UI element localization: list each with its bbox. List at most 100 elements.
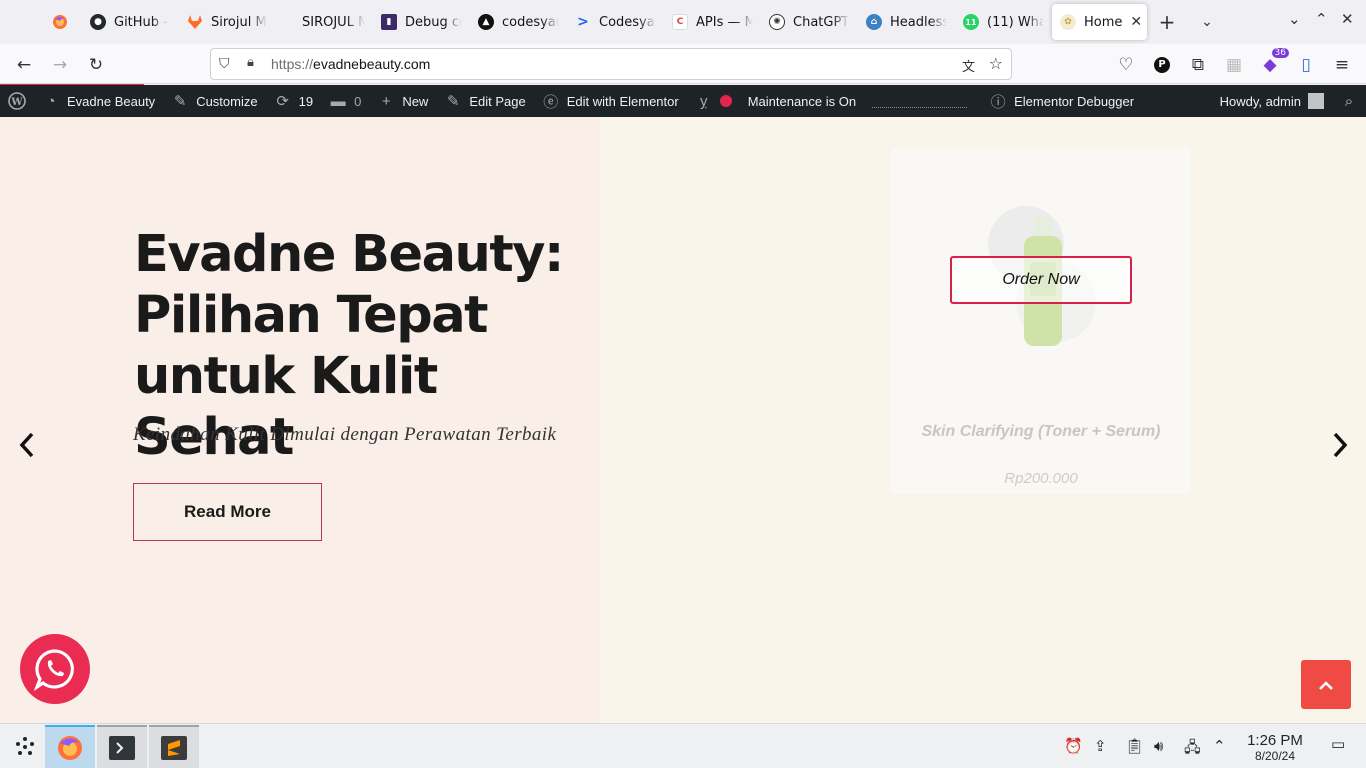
extension-grid-icon[interactable]: ▦ <box>1223 54 1245 76</box>
slider-prev-arrow[interactable] <box>18 431 36 466</box>
whatsapp-icon: 11 <box>963 14 979 30</box>
hero-subtitle: Keindahan Kulit Dimulai dengan Perawatan… <box>133 424 557 445</box>
tab-label: Debug co <box>405 14 462 30</box>
extensions-icon[interactable]: ⧉ <box>1187 54 1209 76</box>
translate-icon[interactable]: 文 <box>962 56 975 75</box>
elementor-icon: ⓔ <box>543 93 559 111</box>
minimize-window-icon[interactable]: ⌄ <box>1288 10 1301 28</box>
admin-site-name[interactable]: ◔ Evadne Beauty <box>34 85 163 117</box>
launcher-icon <box>16 737 34 755</box>
tab-codesyar-1[interactable]: ▲ codesyar <box>470 4 567 40</box>
admin-blank-item[interactable] <box>864 85 975 117</box>
product-name[interactable]: Skin Clarifying (Toner + Serum) <box>891 423 1191 441</box>
admin-elementor-debugger[interactable]: ⓘ Elementor Debugger <box>981 85 1142 117</box>
svg-text:W: W <box>10 97 23 108</box>
scroll-to-top-button[interactable] <box>1301 660 1351 709</box>
pencil-icon: ✎ <box>447 93 460 110</box>
admin-new[interactable]: + New <box>369 85 436 117</box>
new-tab-button[interactable]: + <box>1147 4 1187 40</box>
network-icon[interactable]: 🖧 <box>1184 737 1201 762</box>
home-tab-icon: ✿ <box>1060 14 1076 30</box>
tab-headless[interactable]: ⌂ Headless <box>858 4 955 40</box>
product-card[interactable]: Order Now Skin Clarifying (Toner + Serum… <box>891 147 1191 494</box>
tab-github[interactable]: ● GitHub - <box>82 4 179 40</box>
clipboard-icon[interactable]: 📋︎ <box>1125 737 1144 755</box>
wp-logo-menu[interactable]: W <box>0 85 34 117</box>
tab-apis[interactable]: C APIs — M <box>664 4 761 40</box>
admin-edit-page[interactable]: ✎ Edit Page <box>436 85 533 117</box>
system-clock[interactable]: 1:26 PM 8/20/24 <box>1240 732 1310 763</box>
admin-edit-elementor-label: Edit with Elementor <box>566 93 679 109</box>
slider-next-arrow[interactable] <box>1331 431 1349 466</box>
admin-updates[interactable]: ⟳ 19 <box>266 85 321 117</box>
tab-firefox-view[interactable] <box>38 0 82 44</box>
yoast-icon: ỵ <box>699 92 708 110</box>
back-button[interactable]: ← <box>13 54 35 76</box>
pocket-icon[interactable]: ♡ <box>1115 54 1137 76</box>
avatar <box>1308 93 1324 109</box>
url-text[interactable]: https://evadnebeauty.com <box>271 56 430 72</box>
admin-edit-elementor[interactable]: ⓔ Edit with Elementor <box>534 85 687 117</box>
phpstorm-icon: ▮ <box>381 14 397 30</box>
bookmark-star-icon[interactable]: ☆ <box>989 54 1003 73</box>
dashboard-icon: ◔ <box>46 92 56 110</box>
tab-label: codesyar <box>502 14 559 30</box>
app-launcher[interactable] <box>0 725 50 768</box>
tab-sirojul[interactable]: SIROJUL MU <box>276 4 373 40</box>
forward-button[interactable]: → <box>49 54 71 76</box>
maintenance-label: Maintenance is On <box>747 93 857 109</box>
close-tab-icon[interactable]: ✕ <box>1130 14 1142 30</box>
taskbar-terminal[interactable] <box>97 725 147 768</box>
firefox-icon <box>53 15 67 29</box>
tab-codesyar-2[interactable]: > Codesyar <box>567 4 664 40</box>
close-window-icon[interactable]: ✕ <box>1341 10 1354 28</box>
extension-badge-icon[interactable]: ◆ 36 <box>1259 48 1289 76</box>
tab-home-active[interactable]: ✿ Home ✕ <box>1052 4 1147 40</box>
notifications-icon[interactable]: ⏰ <box>1064 737 1083 755</box>
chevron-up-icon <box>1319 680 1333 690</box>
reload-button[interactable]: ↻ <box>85 54 107 76</box>
list-all-tabs-button[interactable]: ⌄ <box>1187 4 1227 40</box>
updates-icon: ⟳ <box>276 93 289 110</box>
os-taskbar: ⏰ ⇪ 📋︎ 🔊︎ 🖧 ⌃ 1:26 PM 8/20/24 ▭ <box>0 723 1366 768</box>
tab-debug[interactable]: ▮ Debug co <box>373 4 470 40</box>
lock-icon[interactable]: 🔒︎ <box>247 55 254 70</box>
updates-tray-icon[interactable]: ⇪ <box>1094 737 1107 755</box>
shield-icon[interactable]: ⛉ <box>219 56 230 72</box>
tab-gitlab[interactable]: Sirojul M <box>179 4 276 40</box>
chevron-left-icon <box>19 432 34 458</box>
profile-icon[interactable]: P <box>1151 54 1173 76</box>
admin-yoast[interactable]: ỵ <box>687 85 740 117</box>
app-menu-icon[interactable]: ≡ <box>1331 54 1353 76</box>
taskbar-sublime[interactable] <box>149 725 199 768</box>
order-now-button[interactable]: Order Now <box>950 256 1132 304</box>
gitlab-icon <box>187 14 203 30</box>
chevron-right-icon <box>1333 432 1348 458</box>
admin-customize[interactable]: ✎ Customize <box>163 85 265 117</box>
admin-account[interactable]: Howdy, admin <box>1212 85 1332 117</box>
tab-label: Headless <box>890 14 947 30</box>
show-desktop-icon[interactable]: ▭ <box>1331 735 1345 753</box>
maximize-window-icon[interactable]: ⌃ <box>1315 10 1328 28</box>
admin-placeholder-line <box>872 94 968 108</box>
tab-label: (11) Wha <box>987 14 1044 30</box>
chatgpt-icon: ✺ <box>769 14 785 30</box>
tray-expand-icon[interactable]: ⌃ <box>1213 737 1226 755</box>
updates-count: 19 <box>298 93 314 109</box>
sidebar-extension-icon[interactable]: ▯ <box>1295 54 1317 76</box>
volume-icon[interactable]: 🔊︎ <box>1154 737 1163 755</box>
tab-whatsapp[interactable]: 11 (11) Wha <box>955 4 1052 40</box>
url-bar[interactable]: ⛉ 🔒︎ https://evadnebeauty.com 文 ☆ <box>210 48 1012 80</box>
read-more-button[interactable]: Read More <box>133 483 322 541</box>
admin-maintenance[interactable]: Maintenance is On <box>740 85 864 117</box>
product-price: Rp200.000 <box>1004 470 1078 487</box>
url-domain: evadnebeauty.com <box>313 56 431 72</box>
azure-devops-icon: > <box>577 14 589 30</box>
admin-comments[interactable]: ▬ 0 <box>321 85 369 117</box>
tab-label: ChatGPT <box>793 14 850 30</box>
whatsapp-chat-button[interactable] <box>20 634 90 704</box>
admin-edit-page-label: Edit Page <box>469 93 526 109</box>
taskbar-firefox[interactable] <box>45 725 95 768</box>
tab-chatgpt[interactable]: ✺ ChatGPT <box>761 4 858 40</box>
admin-search[interactable]: ⌕ <box>1332 85 1366 117</box>
